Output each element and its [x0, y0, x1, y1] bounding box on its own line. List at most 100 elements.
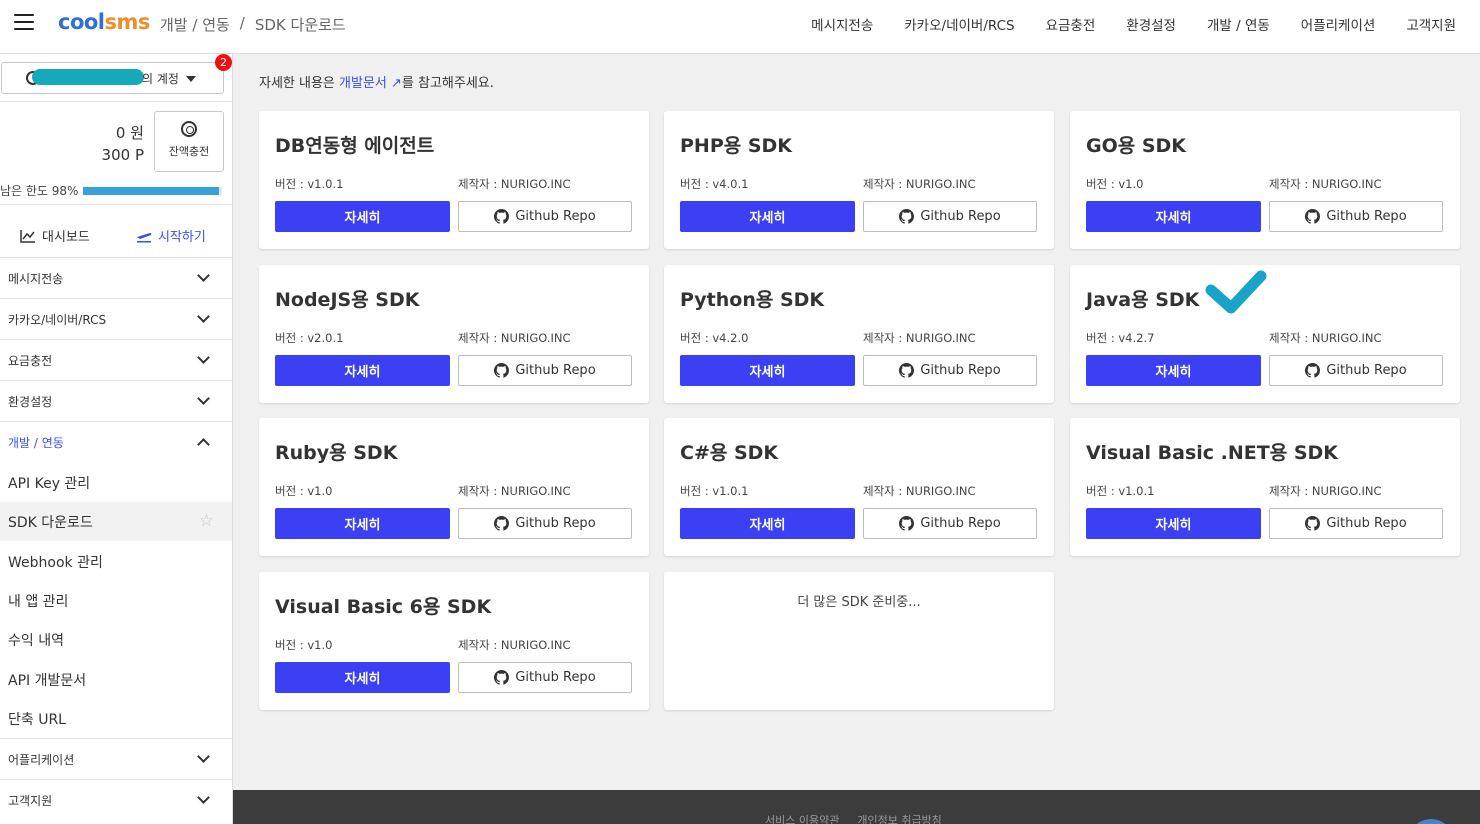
footer-privacy-link[interactable]: 개인정보 취급방침 [857, 812, 941, 824]
detail-button[interactable]: 자세히 [680, 508, 855, 539]
sdk-card: Visual Basic .NET용 SDK 버전 : v1.0.1 제작자 : N… [1070, 418, 1460, 556]
github-repo-label: Github Repo [1326, 209, 1407, 224]
star-icon[interactable]: ☆ [199, 511, 214, 531]
sidebar-item-label: Webhook 관리 [8, 554, 103, 571]
detail-button[interactable]: 자세히 [275, 662, 450, 693]
detail-button[interactable]: 자세히 [1086, 201, 1261, 232]
github-repo-button[interactable]: Github Repo [458, 355, 632, 386]
sdk-card-maker: 제작자 : NURIGO.INC [458, 484, 571, 498]
github-repo-button[interactable]: Github Repo [863, 355, 1037, 386]
github-icon [494, 670, 510, 685]
github-repo-label: Github Repo [1326, 516, 1407, 531]
menu-section-settings[interactable]: 환경설정 [0, 380, 232, 421]
chevron-down-icon [197, 269, 210, 282]
info-suffix: 를 참고해주세요. [401, 76, 494, 91]
sidebar-item-revenue[interactable]: 수익 내역 [0, 620, 232, 659]
sdk-card: Python용 SDK 버전 : v4.2.0 제작자 : NURIGO.INC 자세… [664, 265, 1054, 403]
sdk-card-maker: 제작자 : NURIGO.INC [863, 177, 976, 191]
nav-message[interactable]: 메시지전송 [811, 14, 873, 34]
sdk-card: DB연동형 에이전트 버전 : v1.0.1 제작자 : NURIGO.INC 자세히… [259, 111, 649, 249]
sdk-card-version: 버전 : v1.0.1 [1086, 484, 1155, 498]
airplane-icon [137, 232, 152, 242]
nav-charge[interactable]: 요금충전 [1046, 14, 1096, 34]
github-icon [1305, 516, 1321, 531]
dashboard-link[interactable]: 대시보드 [20, 226, 90, 245]
menu-section-charge[interactable]: 요금충전 [0, 339, 232, 380]
get-started-link[interactable]: 시작하기 [136, 226, 206, 245]
sidebar-item-my-apps[interactable]: 내 앱 관리 [0, 581, 232, 620]
github-repo-button[interactable]: Github Repo [1269, 201, 1443, 232]
sidebar-item-short-url[interactable]: 단축 URL [0, 699, 232, 738]
account-selector-button[interactable]: 의 계정 [1, 62, 224, 94]
section-label: 메시지전송 [8, 271, 64, 286]
github-repo-button[interactable]: Github Repo [458, 508, 632, 539]
github-repo-button[interactable]: Github Repo [863, 201, 1037, 232]
sdk-card: GO용 SDK 버전 : v1.0 제작자 : NURIGO.INC 자세히 Githu… [1070, 111, 1460, 249]
github-icon [1305, 363, 1321, 378]
chevron-down-icon [197, 351, 210, 364]
section-label: 어플리케이션 [8, 752, 75, 767]
detail-button[interactable]: 자세히 [680, 201, 855, 232]
sidebar-item-label: 내 앱 관리 [8, 593, 69, 610]
coolsms-logo[interactable]: coolsms [58, 10, 150, 34]
github-repo-button[interactable]: Github Repo [1269, 508, 1443, 539]
section-label: 요금충전 [8, 353, 53, 368]
divider [0, 204, 232, 205]
nav-apps[interactable]: 어플리케이션 [1301, 14, 1376, 34]
menu-section-dev[interactable]: 개발 / 연동 [0, 421, 232, 462]
dashboard-label: 대시보드 [42, 230, 90, 245]
github-repo-label: Github Repo [515, 670, 596, 685]
sdk-card-version: 버전 : v1.0 [275, 638, 333, 652]
charge-balance-button[interactable]: 잔액충전 [154, 111, 224, 172]
detail-button[interactable]: 자세히 [275, 201, 450, 232]
nav-dev[interactable]: 개발 / 연동 [1207, 14, 1270, 34]
footer-links: 서비스 이용약관 개인정보 취급방침 [765, 812, 942, 824]
sidebar-item-api-docs[interactable]: API 개발문서 [0, 660, 232, 699]
menu-section-message[interactable]: 메시지전송 [0, 257, 232, 298]
detail-button[interactable]: 자세히 [275, 355, 450, 386]
github-repo-button[interactable]: Github Repo [1269, 355, 1443, 386]
detail-button[interactable]: 자세히 [1086, 508, 1261, 539]
github-repo-button[interactable]: Github Repo [458, 201, 632, 232]
sidebar-item-sdk-download[interactable]: SDK 다운로드 ☆ [0, 502, 232, 541]
github-icon [899, 516, 915, 531]
breadcrumb-parent[interactable]: 개발 / 연동 [160, 14, 230, 35]
get-started-label: 시작하기 [158, 230, 206, 245]
dev-docs-link[interactable]: 개발문서 ↗ [339, 76, 402, 91]
github-repo-button[interactable]: Github Repo [458, 662, 632, 693]
section-label: 개발 / 연동 [8, 435, 64, 450]
menu-section-kakao[interactable]: 카카오/네이버/RCS [0, 298, 232, 339]
github-icon [899, 209, 915, 224]
sidebar-item-label: 수익 내역 [8, 632, 64, 649]
menu-section-support[interactable]: 고객지원 [0, 779, 232, 820]
nav-support[interactable]: 고객지원 [1406, 14, 1456, 34]
nav-settings[interactable]: 환경설정 [1126, 14, 1176, 34]
sdk-card-title: Python용 SDK [680, 289, 825, 311]
detail-button[interactable]: 자세히 [1086, 355, 1261, 386]
sdk-card-maker: 제작자 : NURIGO.INC [863, 331, 976, 345]
detail-button[interactable]: 자세히 [275, 508, 450, 539]
detail-button[interactable]: 자세히 [680, 355, 855, 386]
balance-point: 300 P [101, 146, 144, 164]
footer-terms-link[interactable]: 서비스 이용약관 [765, 812, 839, 824]
sidebar-item-label: SDK 다운로드 [8, 514, 93, 531]
nav-kakao[interactable]: 카카오/네이버/RCS [904, 14, 1014, 34]
github-repo-button[interactable]: Github Repo [863, 508, 1037, 539]
sidebar-item-label: API Key 관리 [8, 475, 91, 492]
chevron-down-icon [197, 750, 210, 763]
chat-bubble-button[interactable] [1408, 819, 1454, 824]
menu-section-apps[interactable]: 어플리케이션 [0, 738, 232, 779]
sdk-card-title: Ruby용 SDK [275, 442, 398, 464]
hamburger-menu-icon[interactable] [14, 14, 34, 30]
redacted-account-name [32, 69, 144, 85]
sdk-card-maker: 제작자 : NURIGO.INC [458, 638, 571, 652]
sdk-card-version: 버전 : v1.0 [1086, 177, 1144, 191]
breadcrumb-current: SDK 다운로드 [254, 16, 346, 34]
sdk-card-title: GO용 SDK [1086, 135, 1187, 157]
chart-line-icon [20, 229, 35, 243]
top-navigation: 메시지전송 카카오/네이버/RCS 요금충전 환경설정 개발 / 연동 어플리케… [811, 14, 1456, 34]
sidebar-item-api-key[interactable]: API Key 관리 [0, 463, 232, 502]
sidebar-item-webhook[interactable]: Webhook 관리 [0, 542, 232, 581]
sdk-card-maker: 제작자 : NURIGO.INC [1269, 484, 1382, 498]
chevron-down-icon [197, 791, 210, 804]
